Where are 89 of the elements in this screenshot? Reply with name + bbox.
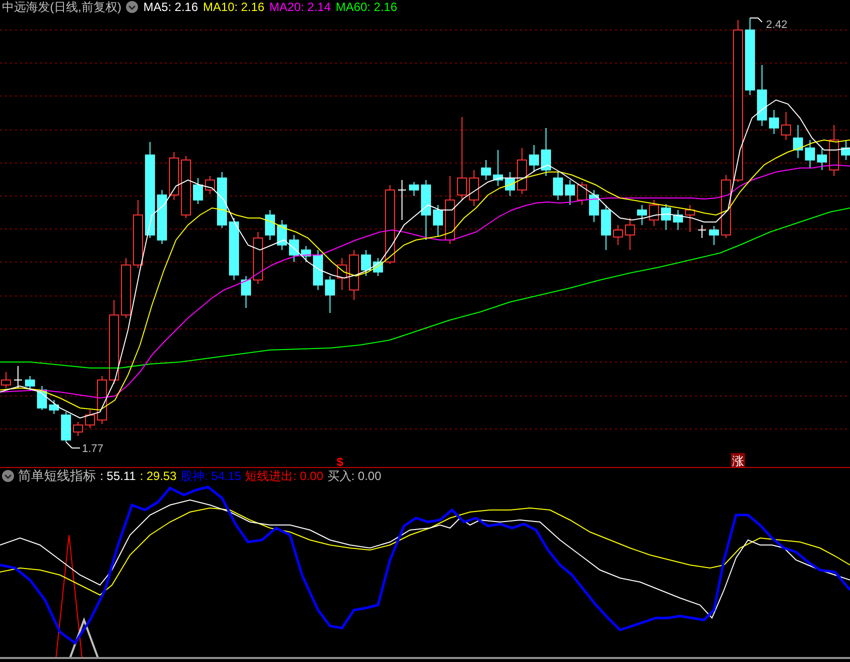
candlestick-icon — [493, 150, 503, 186]
candlestick-icon — [817, 148, 827, 170]
candlestick-icon — [61, 412, 71, 442]
candlestick-icon — [698, 224, 706, 238]
indicator-value: : 55.11 — [100, 469, 136, 483]
candlestick-icon — [745, 18, 755, 96]
candlestick-icon — [193, 178, 203, 204]
candlestick-icon — [673, 210, 683, 230]
candlestick-icon — [217, 172, 227, 228]
candlestick-icon — [781, 112, 791, 140]
indicator-value: 短线进出: 0.00 — [245, 469, 324, 483]
candlestick-icon — [253, 232, 263, 284]
candlestick-icon — [421, 180, 431, 240]
candlestick-icon — [601, 204, 611, 250]
moving-average-legend: MA60: 2.16 — [336, 0, 398, 14]
candlestick-icon — [757, 64, 767, 126]
candlestick-icon — [733, 20, 743, 182]
candlestick-icon — [49, 400, 59, 414]
candlestick-icon — [517, 148, 527, 194]
indicator-value: : 29.53 — [140, 469, 177, 483]
leader-line — [750, 18, 762, 22]
chart-title: 中远海发(日线,前复权) — [2, 0, 122, 14]
candlestick-icon — [385, 184, 395, 264]
candlestick-icon — [229, 218, 239, 280]
candlestick-icon — [133, 200, 143, 268]
candlestick-icon — [241, 276, 251, 308]
candlestick-icon — [613, 224, 623, 246]
candlestick-icon — [14, 366, 22, 388]
candlestick-icon — [769, 110, 779, 134]
candlestick-icon — [637, 204, 647, 226]
dropdown-icon[interactable] — [2, 470, 14, 482]
candlestick-icon — [625, 218, 635, 250]
moving-average-legend: MA20: 2.14 — [269, 0, 331, 14]
indicator-value: 股神: 54.15 — [180, 469, 242, 483]
candlestick-icon — [265, 210, 275, 240]
candlestick-icon — [97, 376, 107, 424]
candlestick-icon — [565, 180, 575, 206]
candlestick-icon — [685, 204, 695, 232]
candlestick-icon — [469, 170, 479, 206]
candlestick-icon — [181, 156, 191, 218]
candlestick-icon — [721, 174, 731, 238]
candlestick-icon — [829, 124, 839, 176]
candlestick-icon — [661, 204, 671, 230]
moving-average-legend: MA5: 2.16 — [143, 0, 198, 14]
low-price-label: 1.77 — [82, 443, 104, 455]
candlestick-icon — [445, 176, 455, 244]
candlestick-icon — [289, 234, 299, 262]
candlestick-icon — [157, 190, 167, 244]
candlestick-icon — [589, 190, 599, 222]
candlestick-icon — [505, 172, 515, 196]
candlestick-icon — [325, 276, 335, 314]
candlestick-icon — [553, 172, 563, 200]
signal-marker: $ — [336, 455, 344, 467]
candlestick-icon — [25, 376, 35, 390]
candlestick-icon — [349, 250, 359, 300]
candlestick-icon — [373, 258, 383, 276]
high-price-label: 2.42 — [766, 19, 788, 31]
moving-average-legend: MA10: 2.16 — [203, 0, 264, 14]
candlestick-icon — [145, 142, 155, 238]
candlestick-icon — [398, 180, 406, 220]
candlestick-icon — [481, 160, 491, 180]
candlestick-icon — [541, 128, 551, 176]
signal-marker: 涨 — [731, 453, 745, 467]
candlestick-icon — [121, 258, 131, 318]
leader-line — [66, 442, 80, 448]
candlestick-icon — [793, 124, 803, 158]
candlestick-icon — [529, 144, 539, 172]
candlestick-icon — [409, 182, 419, 196]
candlestick-icon — [73, 422, 83, 436]
candlestick-icon — [361, 250, 371, 276]
candlestick-icon — [577, 182, 587, 206]
candlestick-icon — [85, 410, 95, 428]
candlestick-icon — [301, 246, 311, 262]
indicator-title: 简单短线指标 — [18, 469, 96, 483]
candlestick-icon — [313, 250, 323, 290]
candlestick-icon — [841, 140, 850, 160]
candlestick-icon — [433, 204, 443, 236]
indicator-value: 买入: 0.00 — [327, 469, 382, 483]
candlestick-icon — [805, 140, 815, 168]
buy-signal-line — [69, 617, 99, 658]
candlestick-icon — [169, 152, 179, 200]
dropdown-icon[interactable] — [126, 1, 138, 13]
candlestick-icon — [277, 220, 287, 250]
candlestick-icon — [205, 176, 215, 194]
candlestick-icon — [649, 200, 659, 226]
candlestick-icon — [457, 116, 467, 200]
candlestick-icon — [109, 300, 119, 384]
candlestick-icon — [337, 258, 347, 290]
candlestick-icon — [709, 226, 719, 246]
